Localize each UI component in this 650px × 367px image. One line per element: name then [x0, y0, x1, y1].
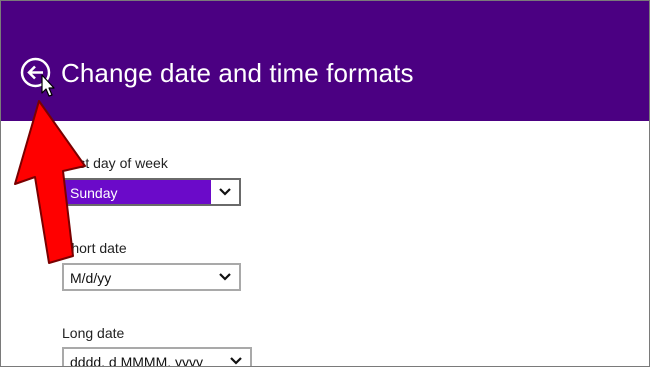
chevron-down-icon — [219, 188, 231, 196]
chevron-down-icon — [230, 357, 242, 365]
page-header: Change date and time formats — [1, 1, 649, 121]
first-day-of-week-select[interactable]: Sunday — [62, 178, 241, 206]
long-date-value: dddd, d MMMM, yyyy — [70, 354, 204, 367]
page-title: Change date and time formats — [61, 58, 414, 88]
back-arrow-circle-icon — [20, 57, 51, 88]
long-date-select[interactable]: dddd, d MMMM, yyyy — [62, 347, 252, 367]
window: Change date and time formats First day o… — [0, 0, 650, 367]
long-date-label: Long date — [62, 325, 125, 341]
chevron-down-icon — [219, 273, 231, 281]
first-day-of-week-label: First day of week — [62, 155, 168, 171]
short-date-select[interactable]: M/d/yy — [62, 263, 241, 291]
first-day-of-week-value: Sunday — [70, 185, 118, 201]
short-date-value: M/d/yy — [70, 270, 112, 286]
settings-content: First day of week Sunday Short date M/d/… — [1, 121, 649, 366]
short-date-label: Short date — [62, 240, 127, 256]
back-button[interactable] — [20, 57, 51, 88]
